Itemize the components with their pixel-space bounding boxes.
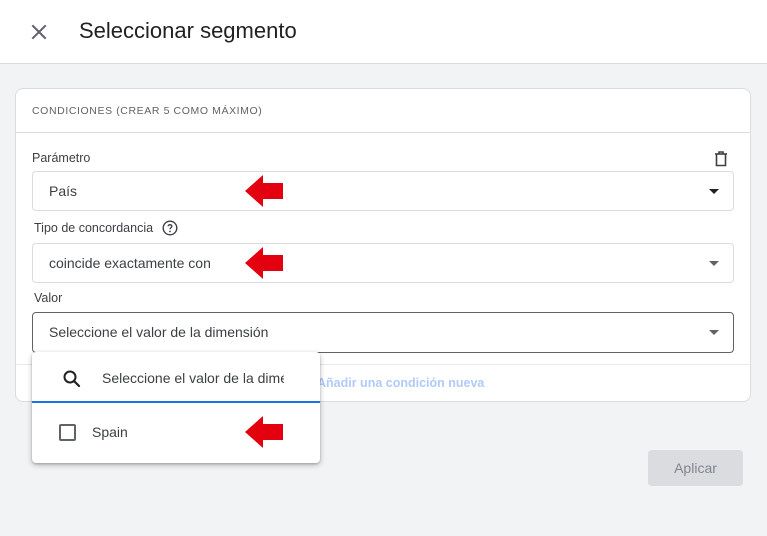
add-condition-link[interactable]: Añadir una condición nueva — [317, 376, 484, 390]
apply-button[interactable]: Aplicar — [648, 450, 743, 486]
arrow-shape — [245, 416, 283, 448]
conditions-header-label: CONDICIONES (CREAR 5 COMO MÁXIMO) — [32, 105, 263, 117]
conditions-header: CONDICIONES (CREAR 5 COMO MÁXIMO) — [16, 89, 750, 133]
caret-down-icon — [709, 261, 719, 266]
dropdown-search-input[interactable] — [102, 366, 284, 390]
arrow-shape — [245, 175, 283, 207]
close-icon[interactable] — [26, 19, 52, 45]
parameter-select[interactable]: País — [32, 171, 734, 211]
page-title: Seleccionar segmento — [79, 18, 297, 43]
caret-down-icon — [709, 330, 719, 335]
dropdown-option-label: Spain — [92, 424, 128, 440]
value-select[interactable]: Seleccione el valor de la dimensión — [32, 312, 734, 353]
value-select-value: Seleccione el valor de la dimensión — [49, 324, 269, 340]
top-bar: Seleccionar segmento — [0, 0, 767, 64]
search-icon — [63, 370, 81, 388]
caret-down-icon — [709, 189, 719, 194]
search-underline — [32, 401, 320, 403]
help-icon[interactable] — [162, 220, 178, 236]
match-type-select[interactable]: coincide exactamente con — [32, 243, 734, 283]
checkbox[interactable] — [59, 424, 76, 441]
parameter-label: Parámetro — [32, 151, 91, 165]
red-arrow-annotation — [245, 416, 283, 448]
trash-icon[interactable] — [714, 151, 728, 167]
red-arrow-annotation — [245, 175, 283, 207]
match-type-label: Tipo de concordancia — [34, 221, 154, 235]
parameter-select-value: País — [49, 183, 78, 199]
arrow-shape — [245, 247, 283, 279]
match-type-select-value: coincide exactamente con — [49, 255, 211, 271]
red-arrow-annotation — [245, 247, 283, 279]
close-button[interactable] — [26, 19, 52, 45]
value-label: Valor — [34, 291, 63, 305]
